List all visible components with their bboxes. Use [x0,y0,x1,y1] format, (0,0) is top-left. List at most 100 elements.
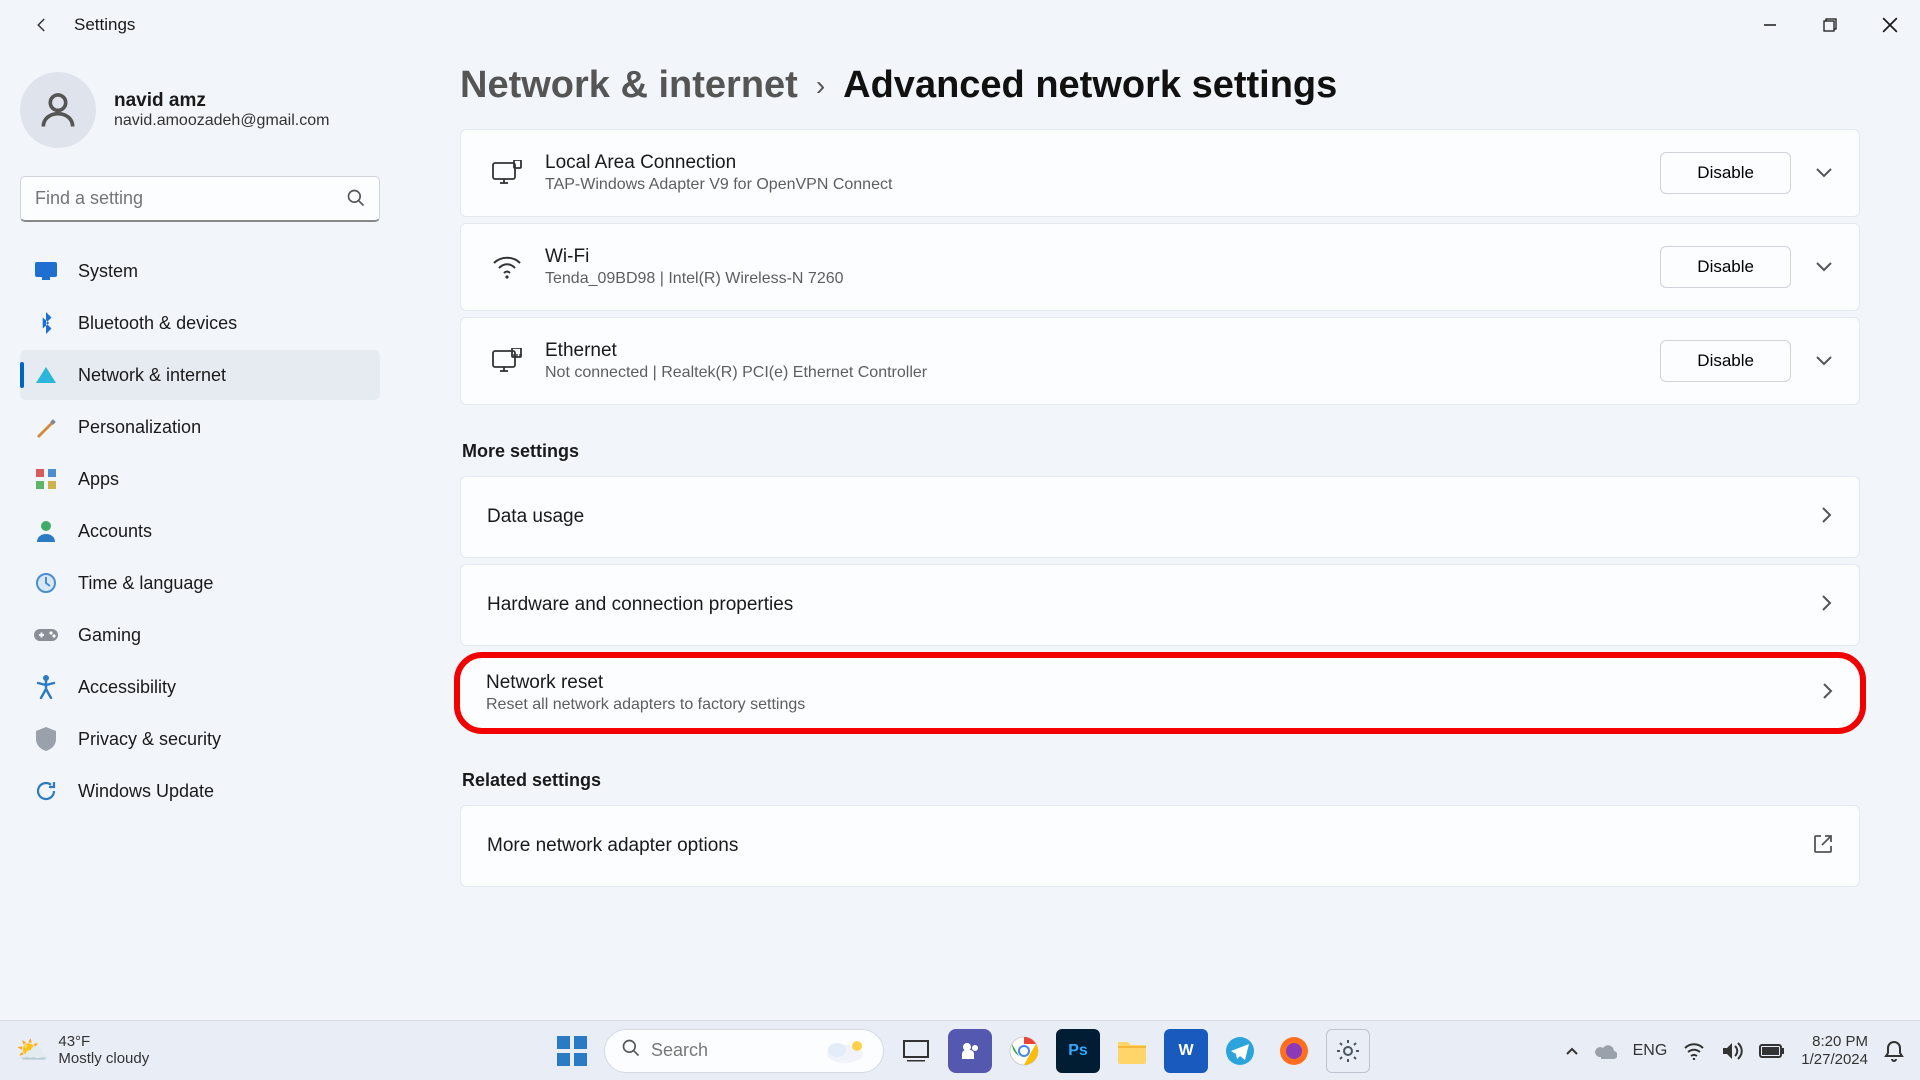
avatar [20,72,96,148]
minimize-button[interactable] [1740,0,1800,50]
disable-button[interactable]: Disable [1660,340,1791,382]
sidebar-item-label: Privacy & security [78,729,221,750]
sidebar-item-personalization[interactable]: Personalization [20,402,380,452]
apps-icon [34,467,58,491]
photoshop-button[interactable]: Ps [1056,1029,1100,1073]
breadcrumb-parent[interactable]: Network & internet [460,64,798,107]
sidebar-item-system[interactable]: System [20,246,380,296]
close-button[interactable] [1860,0,1920,50]
adapter-row-ethernet[interactable]: Ethernet Not connected | Realtek(R) PCI(… [460,317,1860,405]
network-icon [34,363,58,387]
row-data-usage[interactable]: Data usage [460,476,1860,558]
external-link-icon [1813,834,1833,859]
adapter-row-lan[interactable]: Local Area Connection TAP-Windows Adapte… [460,129,1860,217]
sidebar-item-label: Windows Update [78,781,214,802]
monitor-icon [487,160,527,186]
sidebar-item-update[interactable]: Windows Update [20,766,380,816]
teams-button[interactable] [948,1029,992,1073]
disable-button[interactable]: Disable [1660,246,1791,288]
task-view-button[interactable] [894,1029,938,1073]
sidebar-item-label: Time & language [78,573,213,594]
sidebar-item-accessibility[interactable]: Accessibility [20,662,380,712]
sidebar-item-apps[interactable]: Apps [20,454,380,504]
firefox-icon [1279,1036,1309,1066]
nav-list: System Bluetooth & devices Network & int… [20,246,380,816]
chevron-right-icon [1821,506,1833,529]
row-network-reset[interactable]: Network reset Reset all network adapters… [454,652,1866,734]
adapter-title: Local Area Connection [545,152,892,174]
taskbar-search[interactable]: Search [604,1029,884,1073]
sidebar-item-bluetooth[interactable]: Bluetooth & devices [20,298,380,348]
battery-icon[interactable] [1759,1044,1785,1058]
time-icon [34,571,58,595]
sidebar-item-gaming[interactable]: Gaming [20,610,380,660]
row-more-adapter-options[interactable]: More network adapter options [460,805,1860,887]
system-icon [34,259,58,283]
adapter-row-wifi[interactable]: Wi-Fi Tenda_09BD98 | Intel(R) Wireless-N… [460,223,1860,311]
word-button[interactable]: W [1164,1029,1208,1073]
search-icon [346,188,366,213]
chevron-down-icon[interactable] [1815,351,1833,372]
chevron-down-icon[interactable] [1815,257,1833,278]
breadcrumb: Network & internet › Advanced network se… [460,64,1860,107]
disable-button[interactable]: Disable [1660,152,1791,194]
weather-widget[interactable]: ⛅ 43°F Mostly cloudy [16,1034,149,1067]
chrome-icon [1009,1036,1039,1066]
search-icon [621,1038,641,1063]
profile-block[interactable]: navid amz navid.amoozadeh@gmail.com [20,72,380,148]
taskbar-center: Search Ps W [550,1029,1370,1073]
chevron-right-icon [1821,594,1833,617]
telegram-button[interactable] [1218,1029,1262,1073]
sidebar-item-accounts[interactable]: Accounts [20,506,380,556]
content-area: Network & internet › Advanced network se… [400,50,1920,1020]
wifi-tray-icon[interactable] [1683,1042,1705,1060]
update-icon [34,779,58,803]
sidebar-item-label: Accessibility [78,677,176,698]
task-view-icon [903,1040,929,1062]
chevron-right-icon [1822,682,1834,705]
row-hardware-properties[interactable]: Hardware and connection properties [460,564,1860,646]
sidebar-item-privacy[interactable]: Privacy & security [20,714,380,764]
explorer-button[interactable] [1110,1029,1154,1073]
accounts-icon [34,519,58,543]
page-title: Advanced network settings [843,64,1337,107]
close-icon [1882,17,1898,33]
notifications-icon[interactable] [1884,1040,1904,1062]
clock-time: 8:20 PM [1801,1033,1868,1050]
maximize-button[interactable] [1800,0,1860,50]
ethernet-icon [487,348,527,374]
firefox-button[interactable] [1272,1029,1316,1073]
chevron-down-icon[interactable] [1815,163,1833,184]
titlebar: Settings [0,0,1920,50]
sidebar-item-label: Bluetooth & devices [78,313,237,334]
row-title: Network reset [486,672,805,694]
search-input[interactable] [20,176,380,222]
sidebar-item-label: Network & internet [78,365,226,386]
sidebar-item-network[interactable]: Network & internet [20,350,380,400]
back-button[interactable] [22,5,62,45]
taskbar-search-placeholder: Search [651,1040,708,1061]
onedrive-icon[interactable] [1595,1043,1617,1059]
tray-chevron-icon[interactable] [1565,1046,1579,1056]
person-icon [36,88,80,132]
row-title: Data usage [487,506,584,528]
accessibility-icon [34,675,58,699]
row-title: Hardware and connection properties [487,594,793,616]
weather-cond: Mostly cloudy [58,1051,149,1068]
windows-icon [557,1036,587,1066]
section-related-settings: Related settings [462,770,1860,791]
volume-icon[interactable] [1721,1041,1743,1061]
clock[interactable]: 8:20 PM 1/27/2024 [1801,1033,1868,1068]
start-button[interactable] [550,1029,594,1073]
profile-name: navid amz [114,90,329,112]
search-field-wrap [20,176,380,222]
teams-icon [958,1039,982,1063]
settings-button[interactable] [1326,1029,1370,1073]
language-indicator[interactable]: ENG [1633,1042,1668,1060]
maximize-icon [1823,18,1837,32]
chrome-button[interactable] [1002,1029,1046,1073]
section-more-settings: More settings [462,441,1860,462]
app-title: Settings [74,15,135,35]
window-controls [1740,0,1920,50]
sidebar-item-time[interactable]: Time & language [20,558,380,608]
